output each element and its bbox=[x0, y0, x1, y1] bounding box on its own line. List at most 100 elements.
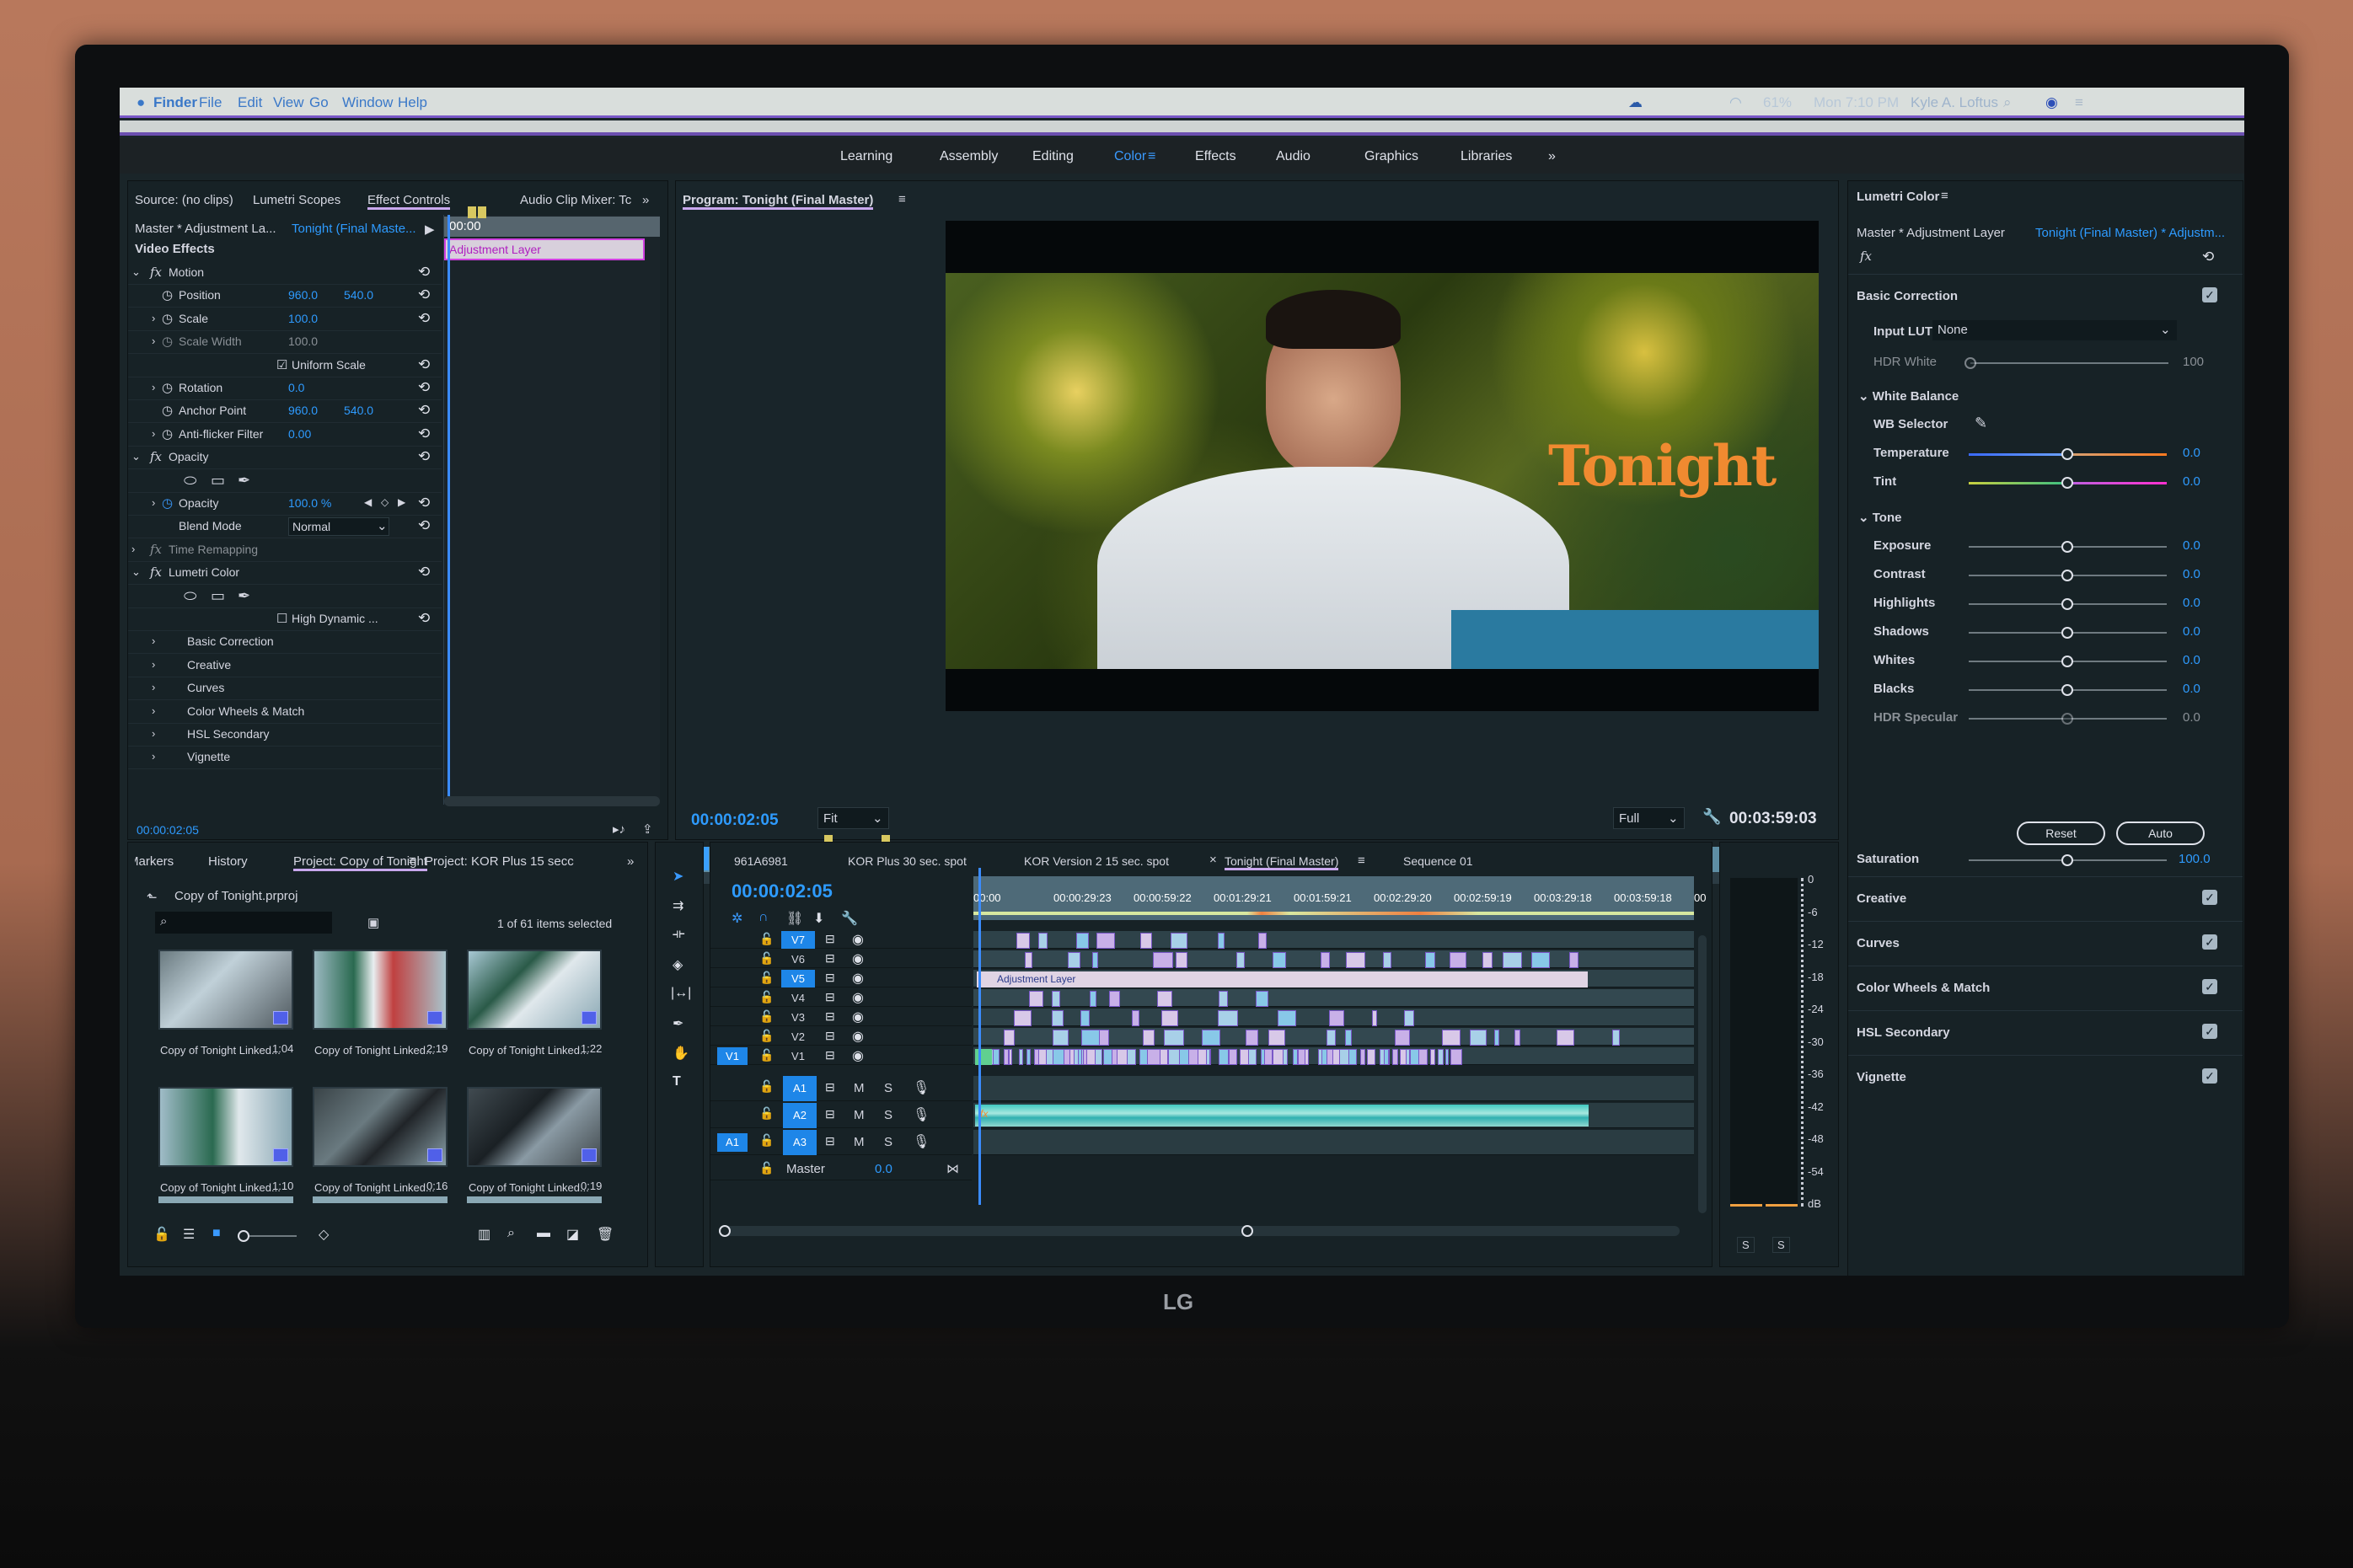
track-target-a2[interactable]: A2 bbox=[783, 1103, 817, 1128]
marker-icon[interactable] bbox=[468, 206, 476, 218]
sequence-tab[interactable]: Sequence 01 bbox=[1403, 854, 1473, 868]
chevron-right-icon[interactable]: › bbox=[152, 496, 155, 509]
video-clip[interactable] bbox=[992, 1049, 1000, 1065]
effect-row[interactable]: › ◷ Rotation 0.0 ⟲ bbox=[128, 377, 442, 400]
video-clip[interactable] bbox=[1273, 952, 1287, 968]
effect-row[interactable]: ⌄ fx Opacity ⟲ bbox=[128, 447, 442, 470]
video-clip[interactable] bbox=[1167, 1049, 1180, 1065]
tab-project-kor-plus-15-secc[interactable]: Project: KOR Plus 15 secc bbox=[425, 854, 574, 869]
effect-row[interactable]: › HSL Secondary bbox=[128, 724, 442, 747]
rectangle-mask-icon[interactable]: ▭ bbox=[211, 587, 225, 605]
video-clip[interactable] bbox=[1159, 1049, 1168, 1065]
stopwatch-icon[interactable]: ◷ bbox=[162, 287, 173, 302]
track-select-tool-icon[interactable]: ⇉ bbox=[673, 897, 683, 914]
hdr-white-slider[interactable] bbox=[1964, 357, 2168, 369]
automate-to-sequence-icon[interactable]: ▥ bbox=[478, 1226, 490, 1243]
section-checkbox[interactable]: ✓ bbox=[2202, 1068, 2217, 1084]
property-value[interactable]: 100.0 bbox=[288, 312, 318, 325]
hdr-white-value[interactable]: 100 bbox=[2183, 355, 2204, 369]
clip-thumbnail[interactable] bbox=[467, 1087, 602, 1167]
basic-correction-checkbox[interactable]: ✓ bbox=[2202, 287, 2217, 302]
sync-lock-icon[interactable]: ⊟ bbox=[825, 1009, 835, 1024]
export-frame-icon[interactable]: ⇪ bbox=[642, 821, 653, 837]
stopwatch-icon[interactable]: ◷ bbox=[162, 334, 173, 349]
video-clip[interactable] bbox=[1201, 1030, 1220, 1046]
lock-icon[interactable]: 🔓 bbox=[759, 951, 774, 966]
new-bin-icon[interactable]: ▬ bbox=[537, 1226, 550, 1241]
video-clip[interactable] bbox=[1126, 1049, 1136, 1065]
reset-button[interactable]: Reset bbox=[2017, 821, 2105, 845]
reset-icon[interactable]: ⟲ bbox=[418, 517, 430, 534]
reset-icon[interactable]: ⟲ bbox=[418, 610, 430, 627]
eye-icon[interactable]: ◉ bbox=[852, 970, 864, 987]
video-clip[interactable] bbox=[1161, 1010, 1178, 1026]
chevron-down-icon[interactable]: ⌄ bbox=[131, 450, 141, 463]
voiceover-mic-icon[interactable]: 🎙 bbox=[913, 1133, 930, 1150]
chevron-right-icon[interactable]: › bbox=[152, 381, 155, 393]
solo-channel-button[interactable]: S bbox=[1737, 1237, 1755, 1253]
video-clip[interactable] bbox=[1371, 1010, 1378, 1026]
video-clip[interactable] bbox=[1009, 1049, 1013, 1065]
lock-icon[interactable]: 🔓 bbox=[759, 1161, 774, 1175]
hand-tool-icon[interactable]: ✋ bbox=[673, 1045, 689, 1062]
section-checkbox[interactable]: ✓ bbox=[2202, 979, 2217, 994]
track-target-a1[interactable]: A1 bbox=[783, 1076, 817, 1101]
section-color-wheels-match[interactable]: Color Wheels & Match bbox=[1857, 981, 1990, 995]
pen-mask-icon[interactable]: ✒ bbox=[238, 587, 250, 605]
video-clip[interactable] bbox=[1003, 1030, 1015, 1046]
panel-overflow-icon[interactable]: » bbox=[627, 854, 634, 869]
video-clip[interactable] bbox=[1514, 1030, 1520, 1046]
section-curves[interactable]: Curves bbox=[1857, 936, 1900, 950]
property-value[interactable]: 100.0 % bbox=[288, 496, 331, 510]
property-value[interactable]: 0.0 bbox=[288, 381, 304, 394]
highlights-value[interactable]: 0.0 bbox=[2183, 596, 2200, 610]
next-keyframe-icon[interactable]: ▶ bbox=[398, 496, 405, 508]
eye-icon[interactable]: ◉ bbox=[852, 950, 864, 967]
panel-menu-icon[interactable]: ≡ bbox=[1148, 149, 1155, 164]
source-patch-a1[interactable]: A1 bbox=[717, 1133, 748, 1152]
work-area-bar[interactable] bbox=[973, 912, 1694, 915]
eye-icon[interactable]: ◉ bbox=[852, 989, 864, 1006]
video-clip[interactable] bbox=[1075, 933, 1089, 949]
stopwatch-icon[interactable]: ◷ bbox=[162, 403, 173, 418]
workspace-tab-graphics[interactable]: Graphics bbox=[1364, 149, 1418, 164]
chevron-down-icon[interactable]: › bbox=[131, 543, 135, 555]
video-clip[interactable] bbox=[1219, 1049, 1230, 1065]
new-item-icon[interactable]: ◪ bbox=[566, 1226, 579, 1243]
clip-name[interactable]: Copy of Tonight Linked... bbox=[469, 1044, 589, 1057]
video-clip[interactable] bbox=[1383, 1049, 1390, 1065]
sync-lock-icon[interactable]: ⊟ bbox=[825, 1080, 835, 1094]
video-clip[interactable] bbox=[1096, 933, 1115, 949]
quality-select[interactable]: Full ⌄ bbox=[1613, 807, 1685, 829]
effect-row[interactable]: › ◷ Opacity 100.0 % ◀ ◇ ▶ ⟲ bbox=[128, 493, 442, 516]
menu-help[interactable]: Help bbox=[398, 94, 427, 111]
clip-thumbnail[interactable] bbox=[467, 1196, 602, 1203]
timeline-vertical-scrollbar[interactable] bbox=[1698, 935, 1707, 1213]
sequence-tab[interactable]: 961A6981 bbox=[734, 854, 788, 868]
video-clip[interactable] bbox=[1218, 991, 1229, 1007]
play-audio-icon[interactable]: ▶ bbox=[425, 222, 435, 237]
workspace-tab-learning[interactable]: Learning bbox=[840, 149, 892, 164]
reset-icon[interactable]: ⟲ bbox=[418, 379, 430, 396]
mute-button[interactable]: M bbox=[854, 1108, 865, 1122]
panel-menu-icon[interactable]: ≡ bbox=[1941, 189, 1948, 203]
video-clip[interactable] bbox=[1026, 1049, 1032, 1065]
video-clip[interactable] bbox=[1153, 952, 1173, 968]
tab-source[interactable]: Source: (no clips) bbox=[135, 193, 233, 207]
whites-value[interactable]: 0.0 bbox=[2183, 653, 2200, 667]
razor-tool-icon[interactable]: ◈ bbox=[673, 956, 683, 973]
icon-view-icon[interactable]: ■ bbox=[212, 1226, 221, 1241]
go-to-edit-icon[interactable]: ⋈ bbox=[946, 1161, 959, 1176]
track-target-v3[interactable]: V3 bbox=[781, 1009, 815, 1026]
reset-icon[interactable]: ⟲ bbox=[418, 495, 430, 511]
lock-icon[interactable]: 🔓 bbox=[759, 971, 774, 985]
ec-clip-adjustment-layer[interactable]: Adjustment Layer bbox=[444, 238, 645, 260]
video-clip[interactable] bbox=[1246, 1030, 1258, 1046]
trash-icon[interactable]: 🗑 bbox=[597, 1226, 614, 1243]
video-clip[interactable] bbox=[1305, 1049, 1309, 1065]
adjustment-layer-clip[interactable]: Adjustment Layer bbox=[977, 971, 1588, 987]
slip-tool-icon[interactable]: |↔| bbox=[671, 986, 691, 1001]
video-clip[interactable] bbox=[1236, 952, 1245, 968]
new-search-bin-icon[interactable]: ▣ bbox=[367, 915, 379, 930]
video-clip[interactable] bbox=[1327, 1030, 1337, 1046]
